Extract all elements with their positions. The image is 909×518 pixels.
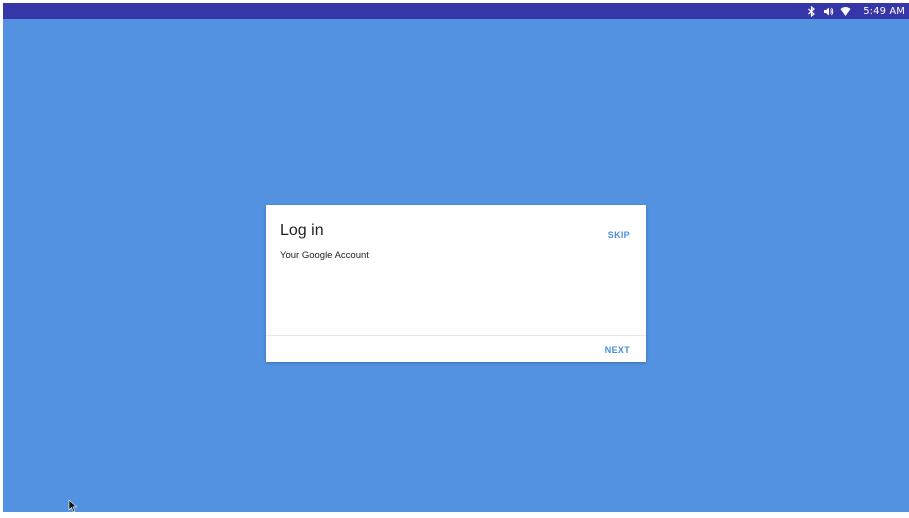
status-bar: 5:49 AM [3, 3, 909, 19]
dialog-title: Log in [280, 222, 324, 239]
next-button[interactable]: NEXT [605, 345, 630, 355]
skip-button[interactable]: SKIP [608, 230, 630, 240]
dialog-divider [266, 335, 646, 336]
volume-icon [823, 6, 834, 17]
screen: 5:49 AM Log in Your Google Account SKIP … [3, 3, 909, 513]
status-time: 5:49 AM [863, 5, 905, 17]
dialog-subtitle: Your Google Account [280, 250, 369, 261]
mouse-cursor-icon [68, 499, 80, 513]
wifi-icon [840, 6, 851, 17]
bluetooth-icon [806, 5, 817, 17]
login-dialog: Log in Your Google Account SKIP NEXT [266, 205, 646, 362]
